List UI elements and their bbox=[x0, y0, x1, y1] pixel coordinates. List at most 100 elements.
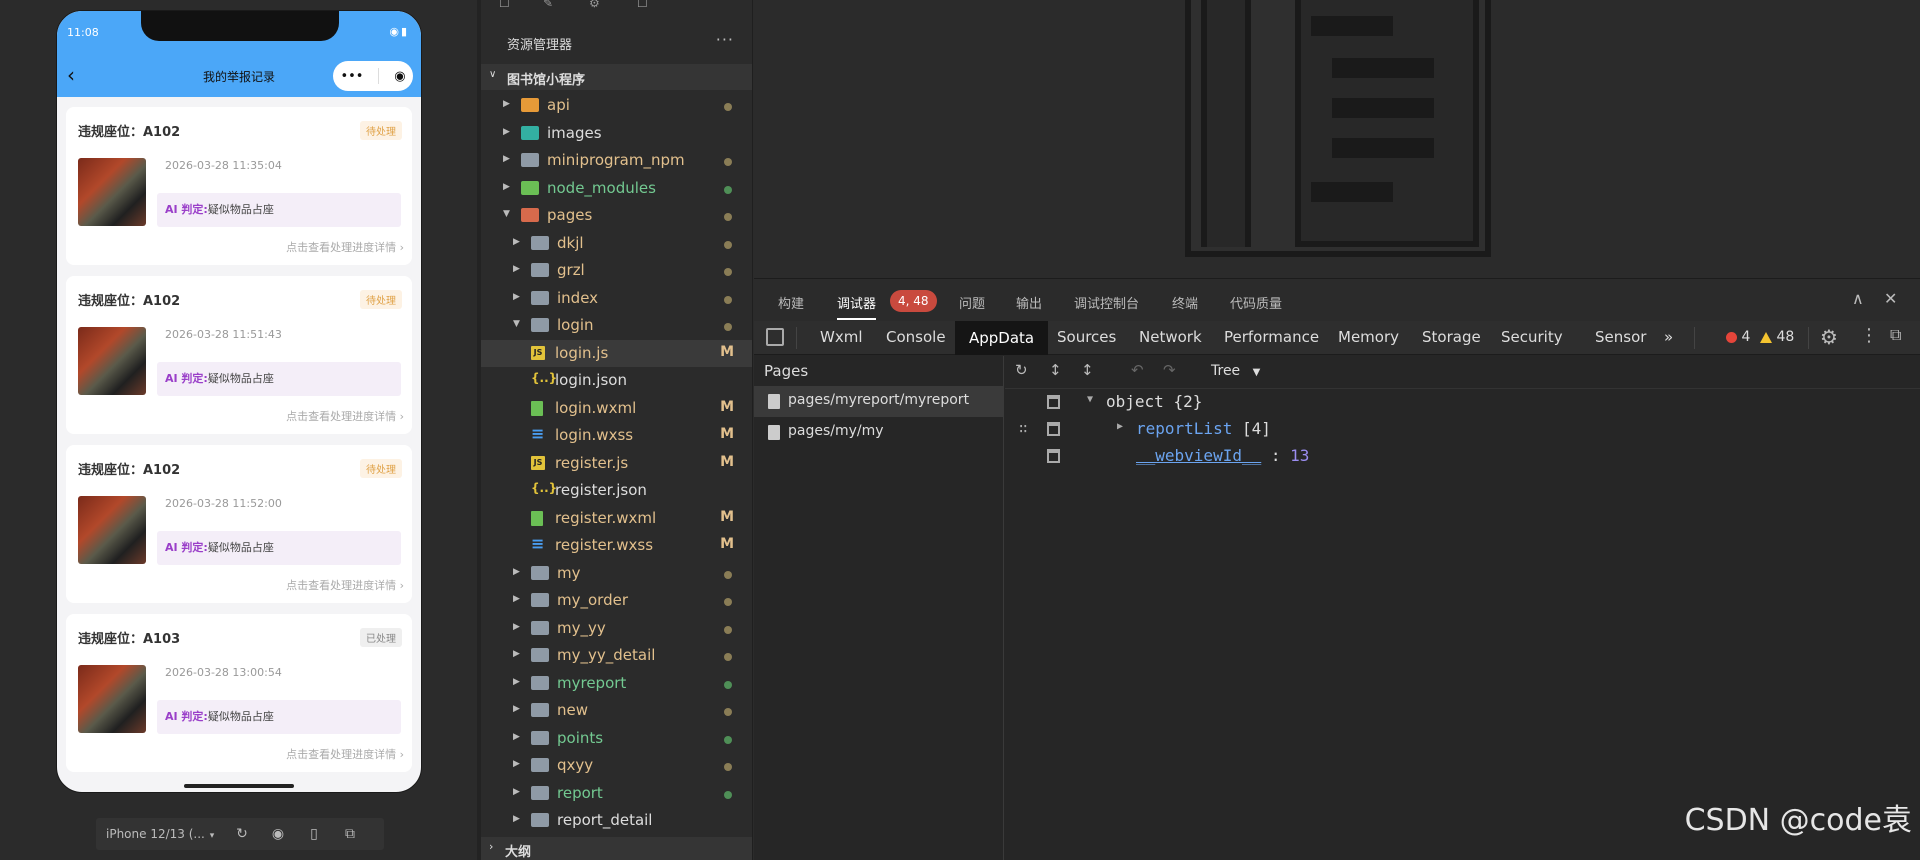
collapse-all-icon[interactable]: ↕ bbox=[1049, 361, 1062, 379]
more-icon[interactable]: ••• bbox=[340, 69, 363, 84]
warning-indicator[interactable]: 48 bbox=[1760, 329, 1794, 345]
outline-section[interactable]: › 大纲 bbox=[481, 837, 752, 860]
expand-all-icon[interactable]: ↕ bbox=[1081, 361, 1094, 379]
tree-folder[interactable]: ▶ new bbox=[481, 697, 752, 725]
evidence-thumbnail[interactable] bbox=[78, 496, 146, 564]
chevron-right-icon[interactable]: ▶ bbox=[503, 154, 510, 164]
edit-box-icon[interactable] bbox=[1047, 422, 1060, 436]
edit-icon[interactable]: ✎ bbox=[543, 0, 553, 10]
inspect-icon[interactable] bbox=[766, 328, 784, 346]
tab-performance[interactable]: Performance bbox=[1224, 328, 1319, 346]
evidence-thumbnail[interactable] bbox=[78, 327, 146, 395]
tab-debugger[interactable]: 调试器 bbox=[837, 293, 877, 320]
redo-icon[interactable]: ↷ bbox=[1163, 361, 1176, 379]
tab-storage[interactable]: Storage bbox=[1422, 328, 1481, 346]
tree-file[interactable]: ≡ login.wxss M bbox=[481, 422, 752, 450]
more-tabs-icon[interactable]: » bbox=[1664, 328, 1673, 346]
chevron-right-icon[interactable]: ▶ bbox=[513, 814, 520, 824]
gear-icon[interactable]: ⚙ bbox=[1820, 325, 1838, 349]
chevron-right-icon[interactable]: ▶ bbox=[513, 677, 520, 687]
chevron-down-icon[interactable]: ▼ bbox=[513, 319, 520, 329]
detail-link[interactable]: 点击查看处理进度详情 › bbox=[286, 239, 404, 255]
tree-folder[interactable]: ▶ qxyy bbox=[481, 752, 752, 780]
chevron-right-icon[interactable]: ▶ bbox=[513, 787, 520, 797]
error-indicator[interactable]: 4 bbox=[1726, 329, 1750, 345]
more-icon[interactable]: ··· bbox=[716, 30, 734, 49]
tree-row-webviewid[interactable]: __webviewId__ : 13 bbox=[1005, 444, 1920, 470]
evidence-thumbnail[interactable] bbox=[78, 665, 146, 733]
debug-icon[interactable]: ⚙ bbox=[589, 0, 600, 10]
close-target-icon[interactable]: ◉ bbox=[394, 69, 405, 84]
tree-row-reportlist[interactable]: ∷ ▶ reportList [4] bbox=[1005, 417, 1920, 443]
device-select[interactable]: iPhone 12/13 (... ▾ bbox=[96, 827, 224, 841]
tree-folder[interactable]: ▶ dkjl bbox=[481, 230, 752, 258]
tree-file[interactable]: login.wxml M bbox=[481, 395, 752, 423]
tree-folder[interactable]: ▶ api bbox=[481, 92, 752, 120]
chevron-right-icon[interactable]: ▶ bbox=[503, 127, 510, 137]
tree-folder[interactable]: ▶ myreport bbox=[481, 670, 752, 698]
triangle-down-icon[interactable]: ▼ bbox=[1087, 394, 1093, 405]
tab-sensor[interactable]: Sensor bbox=[1595, 328, 1646, 346]
tab-appdata[interactable]: AppData bbox=[955, 321, 1049, 355]
kebab-menu-icon[interactable]: ⋮ bbox=[1860, 325, 1878, 346]
chevron-right-icon[interactable]: ▶ bbox=[513, 594, 520, 604]
refresh-icon[interactable]: ↻ bbox=[1015, 361, 1028, 379]
tab-output[interactable]: 输出 bbox=[1016, 293, 1042, 312]
view-mode-select[interactable]: Tree ▼ bbox=[1211, 363, 1260, 379]
tree-folder[interactable]: ▶ report bbox=[481, 780, 752, 808]
tab-wxml[interactable]: Wxml bbox=[820, 328, 863, 346]
tree-folder[interactable]: ▶ my_order bbox=[481, 587, 752, 615]
chevron-right-icon[interactable]: ▶ bbox=[513, 649, 520, 659]
tab-problems[interactable]: 问题 bbox=[959, 293, 985, 312]
new-file-icon[interactable]: ☐ bbox=[499, 0, 510, 10]
tab-console[interactable]: Console bbox=[886, 328, 946, 346]
chevron-right-icon[interactable]: ▶ bbox=[513, 704, 520, 714]
tab-code-quality[interactable]: 代码质量 bbox=[1230, 293, 1282, 312]
tree-folder[interactable]: ▶ index bbox=[481, 285, 752, 313]
tree-file[interactable]: JS login.js M bbox=[481, 339, 752, 367]
refresh-icon[interactable]: ↻ bbox=[224, 826, 260, 842]
tree-file[interactable]: {..} register.json bbox=[481, 477, 752, 505]
report-card[interactable]: 违规座位：A102 待处理 2026-03-28 11:52:00 AI 判定:疑似物… bbox=[66, 445, 412, 603]
page-item[interactable]: pages/myreport/myreport bbox=[754, 386, 1003, 417]
chevron-right-icon[interactable]: ▶ bbox=[513, 732, 520, 742]
tab-security[interactable]: Security bbox=[1501, 328, 1563, 346]
detail-link[interactable]: 点击查看处理进度详情 › bbox=[286, 577, 404, 593]
chevron-right-icon[interactable]: ▶ bbox=[513, 622, 520, 632]
report-card[interactable]: 违规座位：A103 已处理 2026-03-28 13:00:54 AI 判定:疑似物… bbox=[66, 614, 412, 772]
tree-folder[interactable]: ▶ points bbox=[481, 725, 752, 753]
drag-handle-icon[interactable]: ∷ bbox=[1019, 421, 1027, 437]
tree-file[interactable]: register.wxml M bbox=[481, 505, 752, 533]
chevron-right-icon[interactable]: ▶ bbox=[513, 759, 520, 769]
tab-build[interactable]: 构建 bbox=[778, 293, 804, 312]
evidence-thumbnail[interactable] bbox=[78, 158, 146, 226]
report-card[interactable]: 违规座位：A102 待处理 2026-03-28 11:51:43 AI 判定:疑似物… bbox=[66, 276, 412, 434]
detail-link[interactable]: 点击查看处理进度详情 › bbox=[286, 746, 404, 762]
tree-folder[interactable]: ▶ report_detail bbox=[481, 807, 752, 835]
tree-folder[interactable]: ▶ grzl bbox=[481, 257, 752, 285]
tree-folder[interactable]: ▶ miniprogram_npm bbox=[481, 147, 752, 175]
chevron-right-icon[interactable]: ▶ bbox=[503, 182, 510, 192]
tree-folder[interactable]: ▶ my bbox=[481, 560, 752, 588]
edit-box-icon[interactable] bbox=[1047, 449, 1060, 463]
chevron-up-icon[interactable]: ∧ bbox=[1852, 289, 1864, 308]
window-icon[interactable]: ⧉ bbox=[332, 826, 368, 842]
tree-folder[interactable]: ▼ login bbox=[481, 312, 752, 340]
tree-folder[interactable]: ▼ pages bbox=[481, 202, 752, 230]
project-root[interactable]: ∨ 图书馆小程序 bbox=[481, 64, 752, 90]
chevron-right-icon[interactable]: ▶ bbox=[513, 264, 520, 274]
report-card[interactable]: 违规座位：A102 待处理 2026-03-28 11:35:04 AI 判定:疑似物… bbox=[66, 107, 412, 265]
tree-folder[interactable]: ▶ my_yy bbox=[481, 615, 752, 643]
page-item[interactable]: pages/my/my bbox=[754, 417, 1003, 448]
detail-link[interactable]: 点击查看处理进度详情 › bbox=[286, 408, 404, 424]
tab-terminal[interactable]: 终端 bbox=[1172, 293, 1198, 312]
tab-memory[interactable]: Memory bbox=[1338, 328, 1399, 346]
tree-folder[interactable]: ▶ node_modules bbox=[481, 175, 752, 203]
edit-box-icon[interactable] bbox=[1047, 395, 1060, 409]
chevron-right-icon[interactable]: ▶ bbox=[513, 292, 520, 302]
triangle-right-icon[interactable]: ▶ bbox=[1117, 421, 1123, 432]
tree-file[interactable]: {..} login.json bbox=[481, 367, 752, 395]
phone-icon[interactable]: ▯ bbox=[296, 826, 332, 842]
tree-folder[interactable]: ▶ my_yy_detail bbox=[481, 642, 752, 670]
tree-file[interactable]: JS register.js M bbox=[481, 450, 752, 478]
